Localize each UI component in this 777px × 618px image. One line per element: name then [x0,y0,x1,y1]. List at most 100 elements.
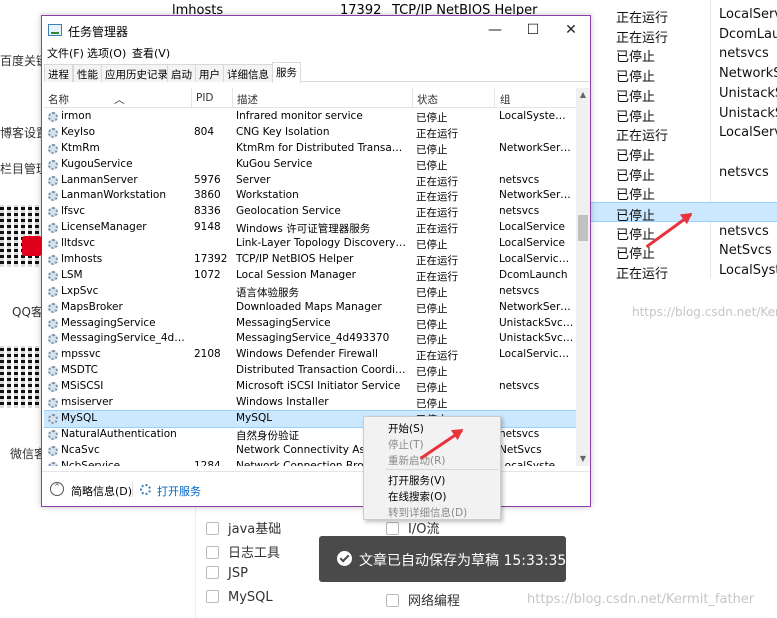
checkbox-log-tools[interactable]: 日志工具 [206,542,280,561]
table-row[interactable]: LanmanWorkstation 3860 Workstation 正在运行 Netw… [44,188,576,204]
bg-group: UnistackS [719,105,777,121]
column-header-group[interactable]: 组 [500,92,511,107]
table-row[interactable]: KugouService KuGou Service 已停止 [44,157,576,173]
table-row[interactable]: LanmanServer 5976 Server 正在运行 netsvcs [44,173,576,189]
service-pid: 9148 [194,221,221,234]
checkbox-box[interactable] [206,590,219,603]
table-row[interactable]: MessagingService_4d49... MessagingService… [44,331,576,347]
checkbox-box[interactable] [386,594,399,607]
service-gear-icon [48,334,58,345]
menu-item-go-to-details[interactable]: 转到详细信息(D) [388,505,467,520]
service-name: LSM [61,268,83,281]
menu-options[interactable]: 选项(O) [87,45,126,61]
service-pid: 17392 [194,253,228,266]
menu-item-search-online[interactable]: 在线搜索(O) [388,489,446,504]
service-description: Microsoft iSCSI Initiator Service [236,380,401,393]
service-group: UnistackSvcG... [499,332,575,345]
minimize-button[interactable]: — [476,16,514,44]
tab-app-history[interactable]: 应用历史记录 [101,64,172,82]
table-row[interactable]: LicenseManager 9148 Windows 许可证管理器服务 正在运行 Lo… [44,220,576,236]
column-header-pid[interactable]: PID [196,92,214,104]
table-row[interactable]: lfsvc 8336 Geolocation Service 正在运行 netsvcs [44,204,576,220]
tab-startup[interactable]: 启动 [167,64,196,82]
scrollbar-thumb[interactable] [578,215,588,241]
service-status: 正在运行 [416,191,458,204]
chevron-up-icon[interactable]: ⌃ [50,482,64,496]
table-row[interactable]: KeyIso 804 CNG Key Isolation 正在运行 [44,125,576,141]
checkbox-java[interactable]: java基础 [206,518,281,537]
service-gear-icon [48,223,58,234]
checkbox-network[interactable]: 网络编程 [386,590,460,609]
service-description: Windows Installer [236,396,329,409]
bg-status: 已停止 [616,109,656,125]
checkbox-box[interactable] [386,522,399,535]
table-row[interactable]: LxpSvc 语言体验服务 已停止 netsvcs [44,284,576,300]
bg-service-row: 正在运行 LocalSyst [590,261,777,282]
column-divider[interactable] [494,88,495,108]
table-row[interactable]: mpssvc 2108 Windows Defender Firewall 正在运行 L… [44,347,576,363]
toast-message: 文章已自动保存为草稿 15:33:35 [359,553,567,569]
service-status: 正在运行 [416,127,458,140]
menu-item-start[interactable]: 开始(S) [388,421,424,436]
menu-bar: 文件(F) 选项(O) 查看(V) [42,44,590,62]
service-group: LocalService... [499,348,575,361]
open-services-link[interactable]: 打开服务 [157,483,201,499]
checkbox-box[interactable] [206,522,219,535]
tab-performance[interactable]: 性能 [73,64,102,82]
column-divider[interactable] [232,88,233,108]
bg-group: netsvcs [719,164,769,180]
service-name: lfsvc [61,205,86,218]
service-description: KuGou Service [236,157,313,170]
services-gear-icon[interactable] [140,484,151,495]
checkbox-io[interactable]: I/O流 [386,518,439,537]
background-right-lower [590,278,777,618]
table-row[interactable]: lltdsvc Link-Layer Topology Discovery M..… [44,236,576,252]
column-header-status[interactable]: 状态 [417,92,438,107]
service-description: Link-Layer Topology Discovery M... [236,237,408,250]
column-header-description[interactable]: 描述 [237,92,258,107]
tab-users[interactable]: 用户 [195,64,224,82]
menu-item-open-services[interactable]: 打开服务(V) [388,473,445,488]
checkbox-box[interactable] [206,566,219,579]
checkbox-mysql[interactable]: MySQL [206,590,273,605]
table-row[interactable]: MessagingService MessagingService 已停止 Unist… [44,316,576,332]
column-divider[interactable] [412,88,413,108]
table-row[interactable]: msiserver Windows Installer 已停止 [44,395,576,411]
table-row[interactable]: irmon Infrared monitor service 已停止 LocalSys… [44,109,576,125]
menu-view[interactable]: 查看(V) [132,45,170,61]
table-row[interactable]: MSiSCSI Microsoft iSCSI Initiator Service… [44,379,576,395]
menu-file[interactable]: 文件(F) [47,45,84,61]
fewer-details-link[interactable]: 简略信息(D) [71,483,132,499]
service-pid: 2108 [194,348,221,361]
menu-separator [386,469,498,470]
column-divider[interactable] [191,88,192,108]
table-row[interactable]: KtmRm KtmRm for Distributed Transactio...… [44,141,576,157]
tab-services[interactable]: 服务 [272,62,301,83]
checkbox-jsp[interactable]: JSP [206,566,248,581]
service-status: 正在运行 [416,207,458,220]
checkbox-box[interactable] [206,546,219,559]
vertical-scrollbar[interactable]: ▲ ▼ [576,88,590,466]
title-bar[interactable]: 任务管理器 — ☐ ✕ [42,16,590,44]
service-gear-icon [48,175,58,186]
service-group: netsvcs [499,380,540,393]
maximize-button[interactable]: ☐ [514,16,552,44]
tab-processes[interactable]: 进程 [44,64,73,82]
service-name: lmhosts [61,253,103,266]
services-table: ︿ 名称 PID 描述 状态 组 irmon Infrared monitor s… [44,88,576,466]
scroll-down-icon[interactable]: ▼ [576,452,590,466]
service-name: LxpSvc [61,284,99,297]
table-row[interactable]: MSDTC Distributed Transaction Coordina...… [44,363,576,379]
table-row[interactable]: LSM 1072 Local Session Manager 正在运行 DcomLaun… [44,268,576,284]
service-description: Distributed Transaction Coordina... [236,364,408,377]
column-header-name[interactable]: 名称 [48,92,69,107]
service-name: LicenseManager [61,221,147,234]
scroll-up-icon[interactable]: ▲ [576,88,590,102]
menu-item-stop[interactable]: 停止(T) [388,437,424,452]
tab-details[interactable]: 详细信息 [223,64,273,82]
service-status: 已停止 [416,159,448,172]
table-row[interactable]: lmhosts 17392 TCP/IP NetBIOS Helper 正在运行 Loc… [44,252,576,268]
table-row[interactable]: MapsBroker Downloaded Maps Manager 已停止 Netw… [44,300,576,316]
menu-item-restart[interactable]: 重新启动(R) [388,453,446,468]
close-button[interactable]: ✕ [552,16,590,44]
